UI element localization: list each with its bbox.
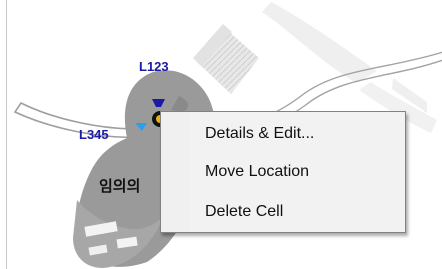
map-building [197,30,259,94]
menu-item-details-edit[interactable]: Details & Edit... [205,120,314,148]
marker-label-l345: L345 [79,127,109,142]
context-menu: Details & Edit... Move Location Delete C… [160,111,406,233]
marker-label-l123: L123 [139,59,169,74]
place-label: 임의의 [99,177,140,195]
menu-item-move-location[interactable]: Move Location [205,158,309,186]
app-viewport: L123 L345 임의의 Details & Edit... Move Loc… [0,0,442,269]
menu-item-delete-cell[interactable]: Delete Cell [205,198,283,226]
